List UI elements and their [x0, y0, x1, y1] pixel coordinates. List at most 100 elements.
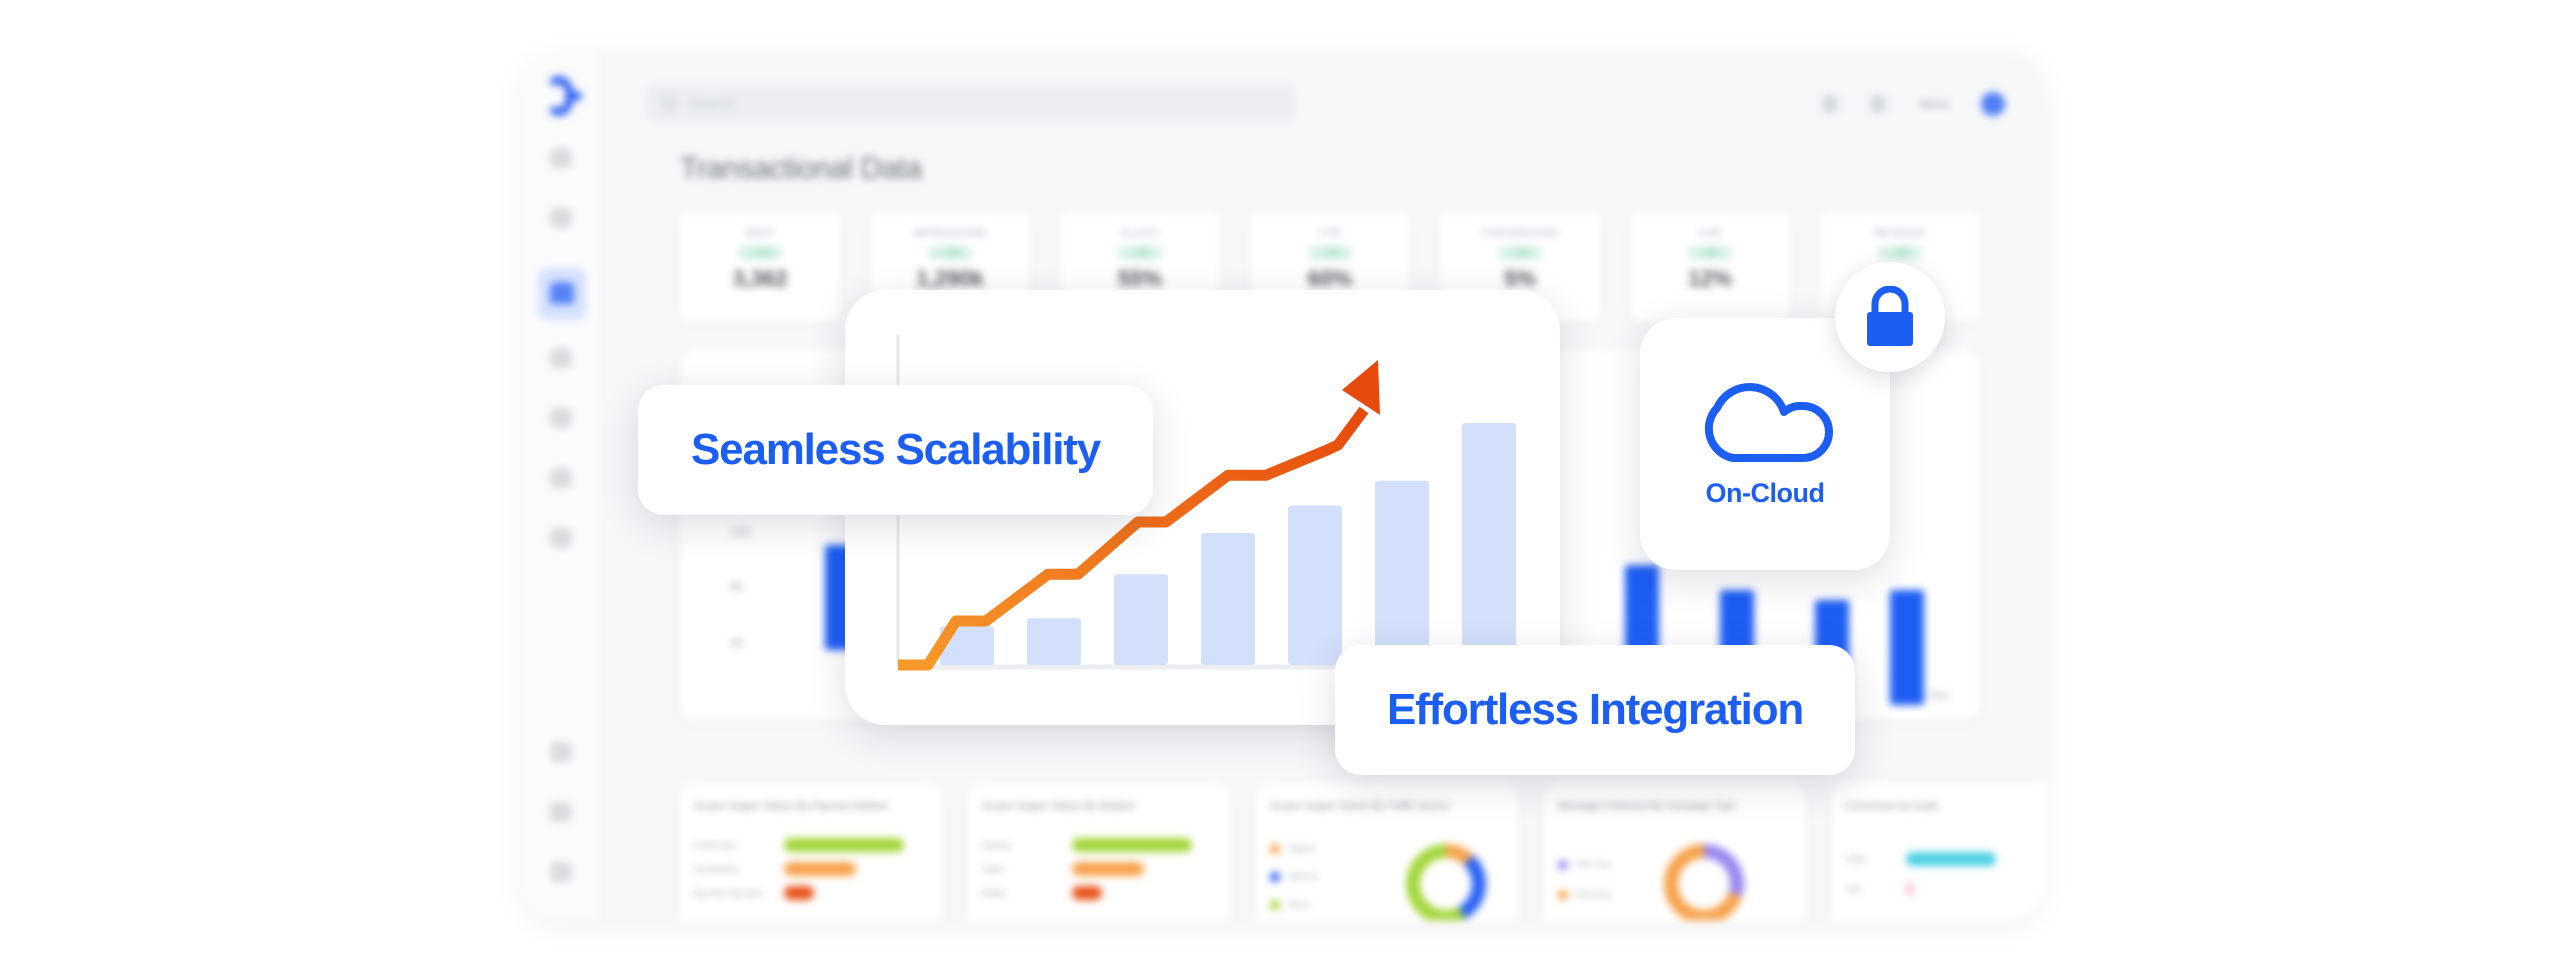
- mini-card-campaign-type: Messages Delivered By Campaign Type One-…: [1544, 782, 1806, 920]
- hbar-row: Order: [1846, 852, 1996, 866]
- mini-card-traffic-source: Known Unique Visitors By Traffic Source …: [1256, 782, 1518, 920]
- user-menu[interactable]: Alerts: [1918, 97, 1949, 111]
- mini-card-title: Known Unique Visitors By Medium: [982, 801, 1136, 812]
- kpi-delta-badge: + 8%: [1878, 246, 1922, 260]
- hbar: [1072, 862, 1144, 876]
- hbar-label: Visit: [1846, 884, 1861, 894]
- hbar: [1072, 838, 1192, 852]
- lock-badge: [1835, 262, 1945, 372]
- sidebar-item-active-cloud[interactable]: [538, 268, 586, 320]
- kpi-label: CLICKS: [1120, 228, 1160, 238]
- kpi-label: CTR: [1319, 228, 1341, 238]
- bar: [1114, 574, 1168, 665]
- kpi-delta-badge: + 12%: [738, 246, 782, 260]
- page-title: Transactional Data: [680, 152, 922, 185]
- kpi-delta-badge: + 3%: [1118, 246, 1162, 260]
- legend-label: Organic: [1288, 844, 1317, 853]
- hbar-label: Net Banking: [694, 864, 738, 874]
- kpi-value: 1,290k: [916, 266, 984, 291]
- hbar-row: Desktop: [982, 838, 1192, 852]
- donut-chart: [1406, 844, 1486, 920]
- bar: [1462, 423, 1516, 665]
- inbox-icon[interactable]: [550, 528, 572, 548]
- avatar[interactable]: [1981, 92, 2005, 116]
- hbar: [1906, 852, 1996, 866]
- kpi-label: SENT: [745, 228, 774, 238]
- home-icon[interactable]: [550, 148, 572, 168]
- hbar-row: Visit: [1846, 882, 1914, 896]
- hbar-label: Order: [1846, 854, 1867, 864]
- kpi-delta-badge: + 4%: [1498, 246, 1542, 260]
- hbar-label: Buy Now Pay Later: [694, 888, 763, 898]
- kpi-value: 12%: [1687, 266, 1733, 291]
- y-tick-label: 40: [730, 636, 744, 650]
- kpi-delta-badge: + 8%: [1688, 246, 1732, 260]
- legend-label: Referral: [1288, 872, 1317, 881]
- legend-dot: [1270, 900, 1280, 910]
- y-tick-label: 120: [730, 525, 751, 539]
- mini-card-medium: Known Unique Visitors By Medium Desktop …: [968, 782, 1230, 920]
- kpi-card: CVR + 8% 12%: [1630, 212, 1790, 322]
- chart-icon[interactable]: [550, 468, 572, 488]
- stage: Search Alerts Transactional Data SENT + 1…: [0, 0, 2560, 966]
- legend-dot: [1270, 872, 1280, 882]
- search-placeholder: Search: [690, 95, 735, 111]
- mini-card-row: Known Unique Visitors By Payment Method …: [680, 782, 2045, 920]
- x-tick-label: Dec: [1930, 690, 1950, 702]
- cloud-label: On-Cloud: [1705, 478, 1825, 508]
- megaphone-icon[interactable]: [550, 348, 572, 368]
- legend-dot: [1558, 890, 1568, 900]
- kpi-value: 3,362: [732, 266, 788, 291]
- kpi-label: CONVERSIONS: [1481, 228, 1559, 238]
- shield-icon[interactable]: [550, 742, 572, 762]
- kpi-delta-badge: + 6%: [1308, 246, 1352, 260]
- hbar-row: Tablet: [982, 862, 1144, 876]
- hbar: [784, 886, 814, 900]
- bar: [1027, 618, 1081, 665]
- hbar-row: Net Banking: [694, 862, 856, 876]
- feature-pill-scalability: Seamless Scalability: [638, 385, 1153, 515]
- y-tick-label: 80: [730, 580, 744, 594]
- help-icon[interactable]: [550, 802, 572, 822]
- feature-label: Effortless Integration: [1386, 685, 1804, 734]
- growth-arrow-icon: [1342, 360, 1380, 415]
- legend-dot: [1558, 860, 1568, 870]
- user-icon[interactable]: [550, 208, 572, 228]
- search-icon: [662, 96, 676, 110]
- search-input[interactable]: Search: [646, 84, 1296, 122]
- settings-icon[interactable]: [550, 862, 572, 882]
- bar: [1375, 480, 1429, 665]
- hbar-label: Tablet: [982, 864, 1004, 874]
- legend-dot: [1270, 844, 1280, 854]
- legend-label: One-Time: [1576, 860, 1612, 869]
- kpi-value: 5%: [1504, 266, 1536, 291]
- hbar: [1072, 886, 1102, 900]
- lock-icon: [1867, 286, 1913, 346]
- mini-card-title: Known Unique Visitors By Traffic Source: [1270, 801, 1450, 812]
- mini-card-conversion-goals: Conversion by Goals Order Visit: [1832, 782, 2045, 920]
- header-actions: Alerts: [1822, 92, 2005, 116]
- sidebar: [520, 52, 602, 920]
- kpi-label: REVENUE: [1874, 228, 1926, 238]
- kpi-label: IMPRESSIONS: [913, 228, 987, 238]
- kpi-value: 60%: [1307, 266, 1353, 291]
- donut-chart: [1664, 844, 1744, 920]
- hbar-label: Credit Card: [694, 840, 735, 850]
- hbar: [784, 838, 904, 852]
- feature-pill-integration: Effortless Integration: [1335, 645, 1855, 775]
- list-icon[interactable]: [550, 408, 572, 428]
- hbar-row: Mobile: [982, 886, 1102, 900]
- hbar-row: Buy Now Pay Later: [694, 886, 814, 900]
- hbar-row: Credit Card: [694, 838, 904, 852]
- grid-icon[interactable]: [1870, 95, 1887, 113]
- feature-label: Seamless Scalability: [691, 425, 1101, 474]
- legend-label: Direct: [1288, 900, 1309, 909]
- bell-icon[interactable]: [1822, 95, 1839, 113]
- mini-card-title: Messages Delivered By Campaign Type: [1558, 801, 1736, 812]
- mini-card-title: Conversion by Goals: [1846, 801, 1939, 812]
- hbar: [784, 862, 856, 876]
- bar: [1201, 533, 1255, 665]
- kpi-delta-badge: + 12%: [928, 246, 972, 260]
- cloud-icon: [550, 282, 574, 304]
- kpi-label: CVR: [1698, 228, 1721, 238]
